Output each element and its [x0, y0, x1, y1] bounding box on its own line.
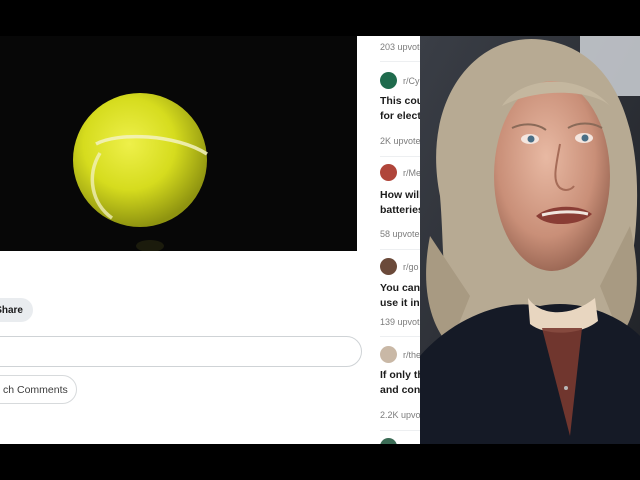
share-button[interactable]: Share: [0, 298, 33, 322]
subreddit-avatar-icon: [380, 258, 397, 275]
subreddit-avatar-icon: [380, 72, 397, 89]
divider: [380, 249, 420, 250]
sidebar-post-title[interactable]: How will batteries: [380, 188, 420, 218]
subreddit-name: r/go: [403, 261, 419, 272]
post-video[interactable]: [0, 36, 357, 251]
upvote-count: 2.2K upvo: [380, 410, 420, 420]
search-comments-label: ch Comments: [3, 383, 68, 396]
sidebar-item-subreddit[interactable]: r/Cy: [380, 72, 420, 89]
upvote-count: 203 upvote: [380, 42, 420, 52]
post-title-line: and conf: [380, 384, 420, 396]
tennis-ball-image: [0, 36, 357, 251]
divider: [380, 336, 420, 337]
post-title-line: for elect: [380, 110, 420, 122]
post-title-line: batteries: [380, 204, 420, 216]
divider: [380, 430, 420, 431]
share-label: Share: [0, 304, 23, 316]
upvote-count: 139 upvot: [380, 317, 420, 327]
letterbox-bottom: [0, 444, 640, 480]
comment-input[interactable]: [0, 336, 362, 367]
post-title-line: This cou: [380, 95, 420, 107]
subreddit-name: r/the: [403, 349, 420, 360]
post-title-line: If only th: [380, 369, 420, 381]
divider: [380, 156, 420, 157]
upvote-count: 58 upvote: [380, 229, 420, 239]
webcam-overlay: [420, 36, 640, 444]
reddit-post-page: Share ch Comments 203 upvote r/Cy This c…: [0, 36, 420, 444]
sidebar-item-subreddit[interactable]: r/Me: [380, 164, 420, 181]
sidebar-item-subreddit[interactable]: r/the: [380, 346, 420, 363]
subreddit-avatar-icon: [380, 164, 397, 181]
sidebar-post-title[interactable]: This cou for elect: [380, 94, 420, 124]
presenter-face-image: [420, 36, 640, 444]
letterbox-top: [0, 0, 640, 36]
sidebar-item-subreddit[interactable]: r/go: [380, 258, 419, 275]
subreddit-avatar-icon: [380, 346, 397, 363]
sidebar-post-title[interactable]: If only th and conf: [380, 368, 420, 398]
subreddit-name: r/Cy: [403, 75, 420, 86]
subreddit-name: r/Me: [403, 167, 420, 178]
post-title-line: How will: [380, 189, 420, 201]
post-title-line: use it in: [380, 297, 420, 309]
divider: [380, 61, 420, 62]
upvote-count: 2K upvote: [380, 136, 420, 146]
post-title-line: You can: [380, 282, 420, 294]
search-comments-button[interactable]: ch Comments: [0, 375, 77, 404]
related-posts-sidebar: 203 upvote r/Cy This cou for elect 2K up…: [368, 36, 420, 444]
sidebar-post-title[interactable]: You can use it in: [380, 281, 420, 311]
